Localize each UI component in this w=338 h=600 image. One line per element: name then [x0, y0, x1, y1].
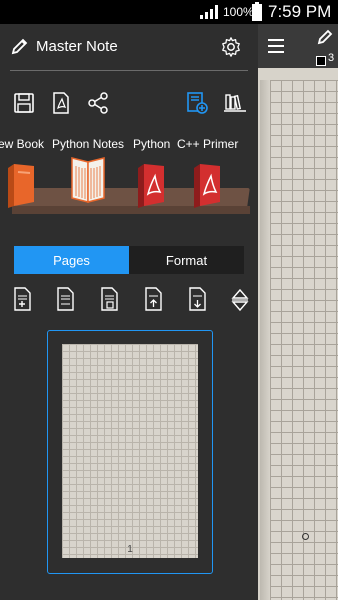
book-python-notes[interactable] [70, 154, 106, 204]
book-label[interactable]: Python Notes [52, 137, 124, 151]
sidebar: Master Note ew Book Python Notes Python … [0, 24, 258, 600]
pen-color-swatch[interactable] [316, 56, 326, 66]
add-book-icon[interactable] [186, 92, 208, 114]
note-canvas-panel: 3 [258, 24, 338, 600]
bookshelf [0, 152, 258, 224]
app-title: Master Note [36, 38, 118, 55]
battery-percent: 100% [223, 5, 254, 19]
note-canvas[interactable] [270, 80, 338, 600]
book-new-book[interactable] [4, 162, 38, 210]
pen-icon [11, 38, 28, 55]
page-sort-icon[interactable] [229, 286, 251, 314]
page-down-icon[interactable] [187, 286, 209, 314]
page-thumbnail[interactable]: 1 [47, 330, 213, 574]
pen-size[interactable]: 3 [328, 52, 334, 64]
tab-switcher: Pages Format [14, 246, 244, 274]
library-icon[interactable] [224, 92, 246, 114]
add-page-icon[interactable] [12, 286, 34, 314]
status-bar: 100% 7:59 PM [0, 0, 338, 24]
tab-format[interactable]: Format [129, 246, 244, 274]
blank-page-icon[interactable] [55, 286, 77, 314]
battery-icon [252, 2, 262, 21]
book-label[interactable]: ew Book [0, 137, 44, 151]
canvas-toolbar: 3 [258, 24, 338, 68]
book-python[interactable] [134, 162, 168, 210]
thumbnail-page[interactable]: 1 [62, 344, 198, 558]
sidebar-header: Master Note [0, 24, 258, 70]
menu-icon[interactable] [268, 39, 284, 53]
pdf-export-icon[interactable] [50, 92, 72, 114]
signal-icon [200, 5, 218, 19]
book-cpp-primer[interactable] [190, 162, 224, 210]
share-icon[interactable] [87, 92, 109, 114]
canvas-shadow [260, 80, 270, 600]
save-icon[interactable] [13, 92, 35, 114]
page-template-icon[interactable] [99, 286, 121, 314]
book-label[interactable]: Python [133, 137, 170, 151]
cursor-dot [302, 533, 309, 540]
page-tools [0, 286, 258, 316]
header-divider [10, 70, 248, 71]
gear-icon[interactable] [220, 36, 242, 58]
pen-tool-icon[interactable] [316, 28, 334, 46]
book-label[interactable]: C++ Primer [177, 137, 238, 151]
tab-pages[interactable]: Pages [14, 246, 129, 274]
clock: 7:59 PM [268, 2, 332, 21]
page-number: 1 [127, 544, 133, 555]
page-up-icon[interactable] [143, 286, 165, 314]
